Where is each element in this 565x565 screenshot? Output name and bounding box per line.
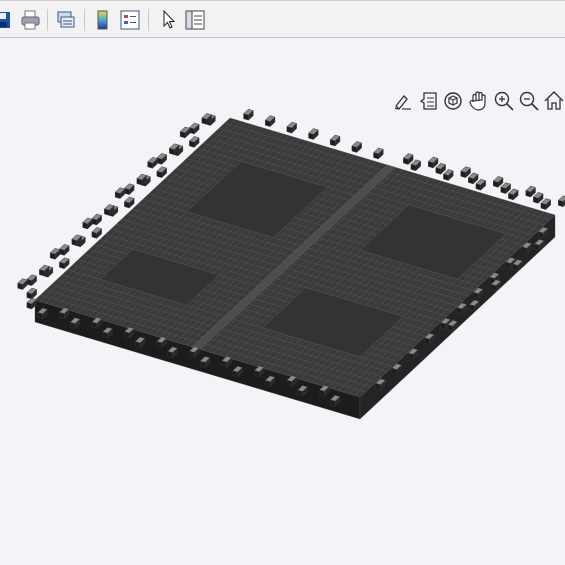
zoom-out-icon[interactable]: [518, 88, 540, 114]
property-inspector-icon[interactable]: [184, 8, 206, 32]
link-plot-icon[interactable]: [55, 8, 77, 32]
toolbar-separator: [84, 9, 85, 31]
voxel-mesh-plot[interactable]: [0, 38, 565, 565]
axes-toolbar: [392, 88, 565, 114]
restore-view-icon[interactable]: [543, 88, 565, 114]
figure-toolbar: [0, 0, 565, 38]
zoom-in-icon[interactable]: [493, 88, 515, 114]
save-icon[interactable]: [0, 8, 14, 32]
data-tips-icon[interactable]: [418, 88, 440, 114]
insert-legend-icon[interactable]: [119, 8, 141, 32]
toolbar-separator: [148, 9, 149, 31]
pan-icon[interactable]: [467, 88, 489, 114]
insert-colorbar-icon[interactable]: [92, 8, 114, 32]
edit-plot-icon[interactable]: [157, 8, 179, 32]
brush-icon[interactable]: [392, 88, 414, 114]
figure-canvas[interactable]: [0, 38, 565, 565]
rotate-3d-icon[interactable]: [442, 88, 464, 114]
print-icon[interactable]: [20, 8, 42, 32]
toolbar-separator: [47, 9, 48, 31]
